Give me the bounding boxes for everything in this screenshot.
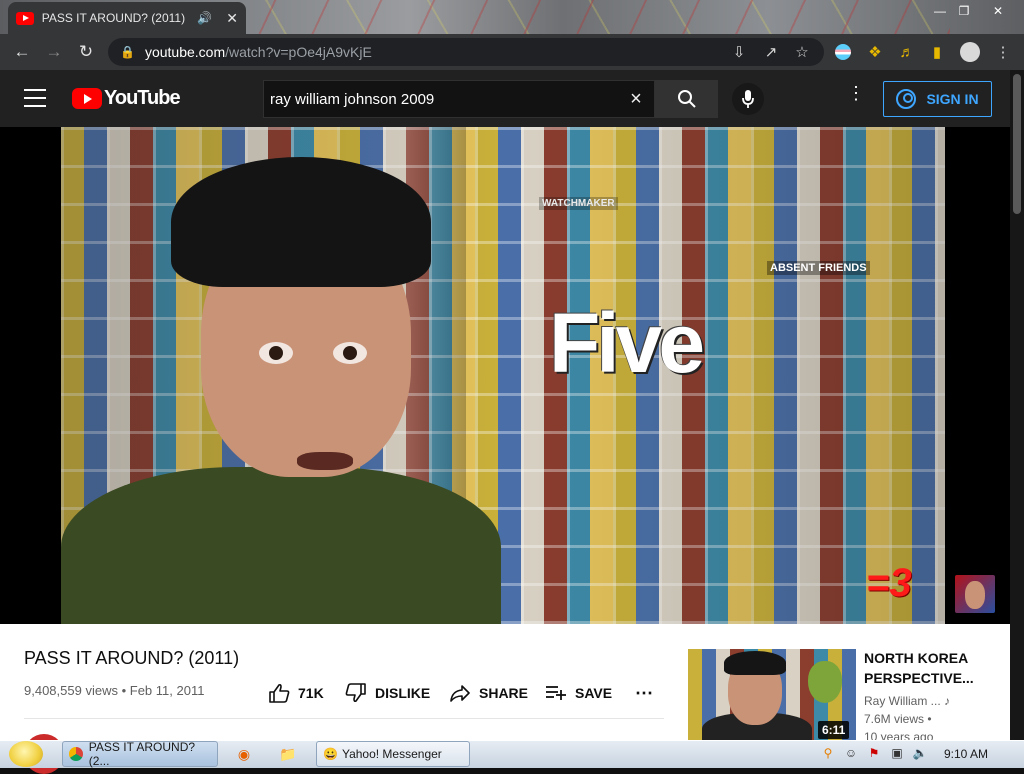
media-playlist-icon[interactable]: ♬ bbox=[894, 34, 920, 70]
comic-sign-absent-friends: ABSENT FRIENDS bbox=[767, 261, 870, 275]
presenter-hair bbox=[171, 157, 431, 287]
presenter-shirt bbox=[61, 467, 501, 624]
channel-watermark[interactable] bbox=[955, 575, 995, 613]
video-meta: 9,408,559 views • Feb 11, 2011 bbox=[24, 683, 205, 698]
comic-sign-watchmaker: WATCHMAKER bbox=[539, 197, 618, 210]
video-frame[interactable]: WATCHMAKER ABSENT FRIENDS Five bbox=[61, 127, 945, 624]
profile-icon[interactable] bbox=[957, 34, 983, 70]
save-label: SAVE bbox=[575, 685, 613, 701]
playlist-add-icon bbox=[546, 686, 566, 700]
theme-background bbox=[250, 0, 950, 34]
start-button[interactable] bbox=[4, 740, 48, 768]
forward-arrow-icon[interactable]: → bbox=[38, 34, 70, 70]
taskbar-task-chrome[interactable]: PASS IT AROUND? (2... bbox=[62, 740, 218, 768]
security-tray-icon[interactable]: ⚑ bbox=[866, 745, 882, 761]
folder-icon[interactable]: 📁 bbox=[276, 741, 300, 767]
presenter-eye-left bbox=[259, 342, 293, 364]
yahoo-messenger-smiley-icon: 😀 bbox=[323, 747, 338, 761]
window-close-icon[interactable]: ✕ bbox=[988, 4, 1008, 18]
clear-search-icon[interactable]: × bbox=[618, 88, 654, 111]
browser-tab[interactable]: PASS IT AROUND? (2011) - Y 🔊 ✕ bbox=[8, 2, 246, 34]
related-video-channel[interactable]: Ray William ... ♪ bbox=[864, 694, 950, 708]
start-orb-icon bbox=[9, 741, 43, 767]
search-query-text: ray william johnson 2009 bbox=[270, 90, 435, 108]
extensions-puzzle-icon[interactable]: ❖ bbox=[862, 34, 888, 70]
artichoke-graphic bbox=[808, 661, 842, 703]
presenter-eye-right bbox=[333, 342, 367, 364]
video-title: PASS IT AROUND? (2011) bbox=[24, 648, 240, 668]
account-circle-icon bbox=[896, 89, 917, 109]
hamburger-menu-icon[interactable] bbox=[24, 89, 46, 107]
tab-close-icon[interactable]: ✕ bbox=[226, 10, 238, 27]
related-video-duration: 6:11 bbox=[818, 721, 850, 739]
related-video-title[interactable]: NORTH KOREA PERSPECTIVE... bbox=[864, 648, 1004, 688]
video-overlay-counter: =3 bbox=[866, 561, 912, 605]
microphone-icon bbox=[742, 90, 754, 108]
share-arrow-icon bbox=[450, 685, 470, 702]
save-button[interactable]: SAVE bbox=[545, 682, 612, 704]
video-overlay-word: Five bbox=[549, 296, 705, 390]
install-app-icon[interactable]: ⇩ bbox=[726, 34, 752, 70]
scrollbar-thumb[interactable] bbox=[1013, 74, 1021, 214]
page-scrollbar[interactable] bbox=[1010, 70, 1024, 740]
reload-icon[interactable]: ↻ bbox=[70, 34, 102, 70]
taskbar-task-label: Yahoo! Messenger bbox=[341, 747, 442, 761]
lock-icon: 🔒 bbox=[120, 45, 135, 59]
thumbs-up-icon bbox=[269, 683, 290, 703]
address-url: youtube.com/watch?v=pOe4jA9vKjE bbox=[145, 44, 372, 60]
youtube-play-logo-icon bbox=[72, 88, 102, 109]
tab-audio-icon[interactable]: 🔊 bbox=[197, 11, 212, 25]
side-panel-icon[interactable]: ▮ bbox=[924, 34, 950, 70]
more-actions-icon[interactable]: ⋯ bbox=[635, 682, 653, 704]
bookmark-star-icon[interactable]: ☆ bbox=[789, 34, 815, 70]
view-count: 9,408,559 views bbox=[24, 683, 118, 698]
firefox-icon[interactable]: ◉ bbox=[232, 741, 256, 767]
share-page-icon[interactable]: ↗ bbox=[758, 34, 784, 70]
minimize-icon[interactable]: — bbox=[930, 4, 950, 18]
address-bar[interactable]: 🔒 youtube.com/watch?v=pOe4jA9vKjE bbox=[108, 38, 824, 66]
search-button[interactable] bbox=[655, 80, 718, 118]
taskbar-clock[interactable]: 9:10 AM bbox=[944, 747, 988, 761]
browser-menu-icon[interactable]: ⋮ bbox=[990, 34, 1016, 70]
chrome-icon bbox=[69, 747, 83, 761]
url-path: /watch?v=pOe4jA9vKjE bbox=[225, 44, 372, 60]
youtube-logo[interactable]: YouTube bbox=[72, 87, 181, 110]
volume-tray-icon[interactable]: 🔈 bbox=[912, 745, 928, 761]
restore-icon[interactable]: ❐ bbox=[954, 4, 974, 18]
search-tray-icon[interactable]: ⚲ bbox=[820, 745, 836, 761]
voice-search-button[interactable] bbox=[732, 83, 764, 115]
share-button[interactable]: SHARE bbox=[449, 682, 528, 704]
presenter-mouth bbox=[297, 452, 353, 470]
network-tray-icon[interactable]: ▣ bbox=[889, 745, 905, 761]
share-label: SHARE bbox=[479, 685, 529, 701]
thumbs-down-icon bbox=[345, 683, 366, 703]
back-arrow-icon[interactable]: ← bbox=[6, 34, 38, 70]
like-button[interactable]: 71K bbox=[268, 682, 324, 704]
search-input[interactable]: ray william johnson 2009 × bbox=[263, 80, 655, 118]
search-icon bbox=[677, 90, 696, 108]
browser-tab-title: PASS IT AROUND? (2011) - Y bbox=[41, 11, 190, 25]
url-host: youtube.com bbox=[144, 44, 226, 60]
sign-in-label: SIGN IN bbox=[926, 91, 979, 107]
youtube-masthead: YouTube ray william johnson 2009 × ⋮ SIG… bbox=[0, 70, 1010, 127]
dislike-button[interactable]: DISLIKE bbox=[345, 682, 430, 704]
extension-flag-icon[interactable] bbox=[830, 34, 856, 70]
music-note-icon: ♪ bbox=[944, 694, 951, 708]
messenger-tray-icon[interactable]: ☺ bbox=[843, 745, 859, 761]
like-count: 71K bbox=[298, 685, 324, 701]
related-video-views: 7.6M views • bbox=[864, 712, 932, 726]
youtube-favicon-icon bbox=[16, 11, 34, 25]
taskbar-task-label: PASS IT AROUND? (2... bbox=[88, 740, 196, 768]
dislike-label: DISLIKE bbox=[375, 685, 431, 701]
divider bbox=[24, 718, 664, 719]
settings-kebab-icon[interactable]: ⋮ bbox=[847, 84, 865, 102]
sign-in-button[interactable]: SIGN IN bbox=[883, 81, 992, 117]
youtube-wordmark: YouTube bbox=[104, 87, 181, 109]
taskbar-task-yahoo-messenger[interactable]: 😀 Yahoo! Messenger bbox=[316, 741, 470, 767]
upload-date: Feb 11, 2011 bbox=[129, 683, 205, 698]
